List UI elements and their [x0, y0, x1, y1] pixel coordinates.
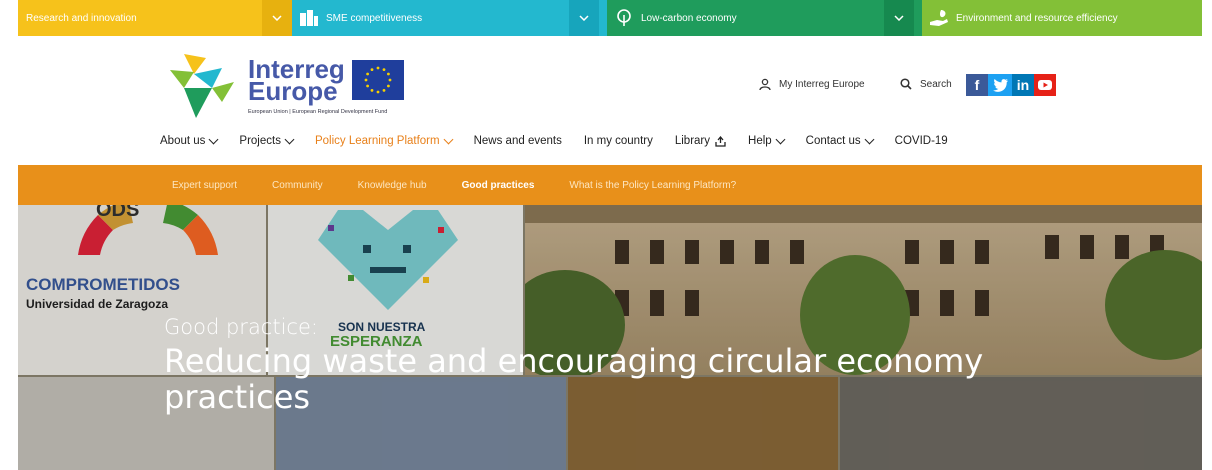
nav-in-my-country[interactable]: In my country — [584, 135, 653, 147]
topic-environment[interactable]: Environment and resource efficiency — [922, 0, 1202, 36]
nav-contact-us[interactable]: Contact us — [805, 134, 875, 147]
chevron-down-icon — [864, 134, 875, 144]
topic-bar: Research and innovation SME competitiven… — [18, 0, 1202, 44]
tree-icon — [607, 0, 641, 36]
policy-learning-subnav: Expert support Community Knowledge hub G… — [18, 165, 1202, 205]
nav-covid-19[interactable]: COVID-19 — [895, 135, 948, 147]
chevron-down-icon[interactable] — [884, 0, 914, 36]
nav-projects[interactable]: Projects — [239, 134, 295, 147]
nav-policy-learning-platform[interactable]: Policy Learning Platform — [314, 134, 454, 147]
external-link-icon — [715, 135, 726, 147]
brand-europe: Europe — [248, 76, 338, 106]
hero-banner: ODS COMPROMETIDOS Universidad de Zaragoz… — [18, 205, 1202, 470]
nav-label: COVID-19 — [894, 135, 948, 147]
topic-research-innovation[interactable]: Research and innovation — [18, 0, 292, 36]
nav-about-us[interactable]: About us — [160, 134, 219, 147]
logo-mark-icon — [170, 54, 234, 118]
subnav-knowledge-hub[interactable]: Knowledge hub — [358, 180, 427, 191]
youtube-icon[interactable] — [1034, 74, 1056, 96]
my-interreg-link[interactable]: My Interreg Europe — [759, 78, 865, 91]
nav-label: About us — [160, 135, 206, 147]
chevron-down-icon[interactable] — [262, 0, 292, 36]
hand-leaf-icon — [922, 0, 956, 36]
topic-sme-competitiveness[interactable]: SME competitiveness — [292, 0, 607, 36]
nav-label: Policy Learning Platform — [314, 135, 440, 147]
logo-tagline: European Union | European Regional Devel… — [248, 109, 388, 115]
topic-label: Research and innovation — [26, 12, 137, 24]
chevron-down-icon — [775, 134, 786, 144]
facebook-icon[interactable]: f — [966, 74, 988, 96]
user-icon — [759, 78, 771, 91]
subnav-expert-support[interactable]: Expert support — [172, 180, 237, 191]
nav-library[interactable]: Library — [675, 135, 726, 147]
search-icon — [900, 78, 912, 90]
buildings-icon — [292, 0, 326, 36]
interreg-europe-logo[interactable]: Interreg Europe European Union | Europea… — [164, 52, 414, 124]
chevron-down-icon — [443, 134, 454, 144]
subnav-community[interactable]: Community — [272, 180, 323, 191]
my-interreg-label: My Interreg Europe — [779, 79, 865, 90]
chevron-down-icon[interactable] — [569, 0, 599, 36]
chevron-down-icon — [208, 134, 219, 144]
nav-label: Library — [674, 135, 711, 147]
main-nav: About us Projects Policy Learning Platfo… — [160, 134, 970, 147]
search-link[interactable]: Search — [900, 78, 952, 90]
nav-label: Contact us — [805, 135, 861, 147]
hero-heading: Good practice: Reducing waste and encour… — [164, 315, 984, 415]
subnav-what-is-plp[interactable]: What is the Policy Learning Platform? — [569, 180, 736, 191]
nav-label: Projects — [239, 135, 281, 147]
chevron-down-icon — [284, 134, 295, 144]
nav-label: News and events — [473, 135, 562, 147]
linkedin-icon[interactable]: in — [1012, 74, 1034, 96]
good-practice-label: Good practice: — [164, 315, 318, 339]
topic-label: Environment and resource efficiency — [956, 12, 1118, 24]
subnav-good-practices[interactable]: Good practices — [462, 180, 535, 191]
topic-label: Low-carbon economy — [641, 12, 737, 24]
twitter-icon[interactable] — [988, 74, 1012, 96]
nav-help[interactable]: Help — [748, 134, 786, 147]
social-links: f in — [966, 74, 1056, 96]
eu-flag-icon — [352, 60, 404, 100]
topic-label: SME competitiveness — [326, 12, 423, 24]
nav-label: In my country — [583, 135, 653, 147]
nav-news-events[interactable]: News and events — [474, 135, 562, 147]
topic-low-carbon[interactable]: Low-carbon economy — [607, 0, 922, 36]
page: Research and innovation SME competitiven… — [18, 0, 1202, 470]
search-label: Search — [920, 78, 952, 90]
good-practice-title: Reducing waste and encouraging circular … — [164, 342, 984, 416]
nav-label: Help — [748, 135, 772, 147]
